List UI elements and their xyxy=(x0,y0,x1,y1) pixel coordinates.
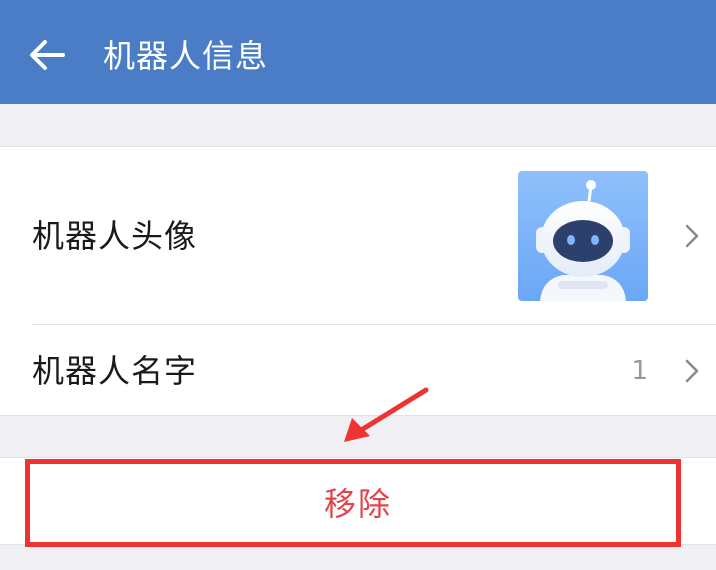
chevron-right-icon xyxy=(685,224,699,247)
robot-name-row[interactable]: 机器人名字 1 xyxy=(0,325,716,417)
chevron-right-icon xyxy=(685,359,699,383)
robot-name-value: 1 xyxy=(631,356,648,386)
remove-button[interactable]: 移除 xyxy=(0,458,716,546)
arrow-left-icon xyxy=(30,40,65,70)
app-header: 机器人信息 xyxy=(0,0,716,104)
remove-card: 移除 xyxy=(0,457,716,545)
robot-avatar-row[interactable]: 机器人头像 xyxy=(0,147,716,324)
robot-avatar-icon[interactable] xyxy=(518,171,648,301)
page-title: 机器人信息 xyxy=(103,37,269,75)
back-button[interactable] xyxy=(26,34,68,76)
robot-avatar-label: 机器人头像 xyxy=(32,216,198,255)
robot-info-card: 机器人头像 机器人名字 1 xyxy=(0,146,716,416)
robot-name-label: 机器人名字 xyxy=(32,352,198,390)
